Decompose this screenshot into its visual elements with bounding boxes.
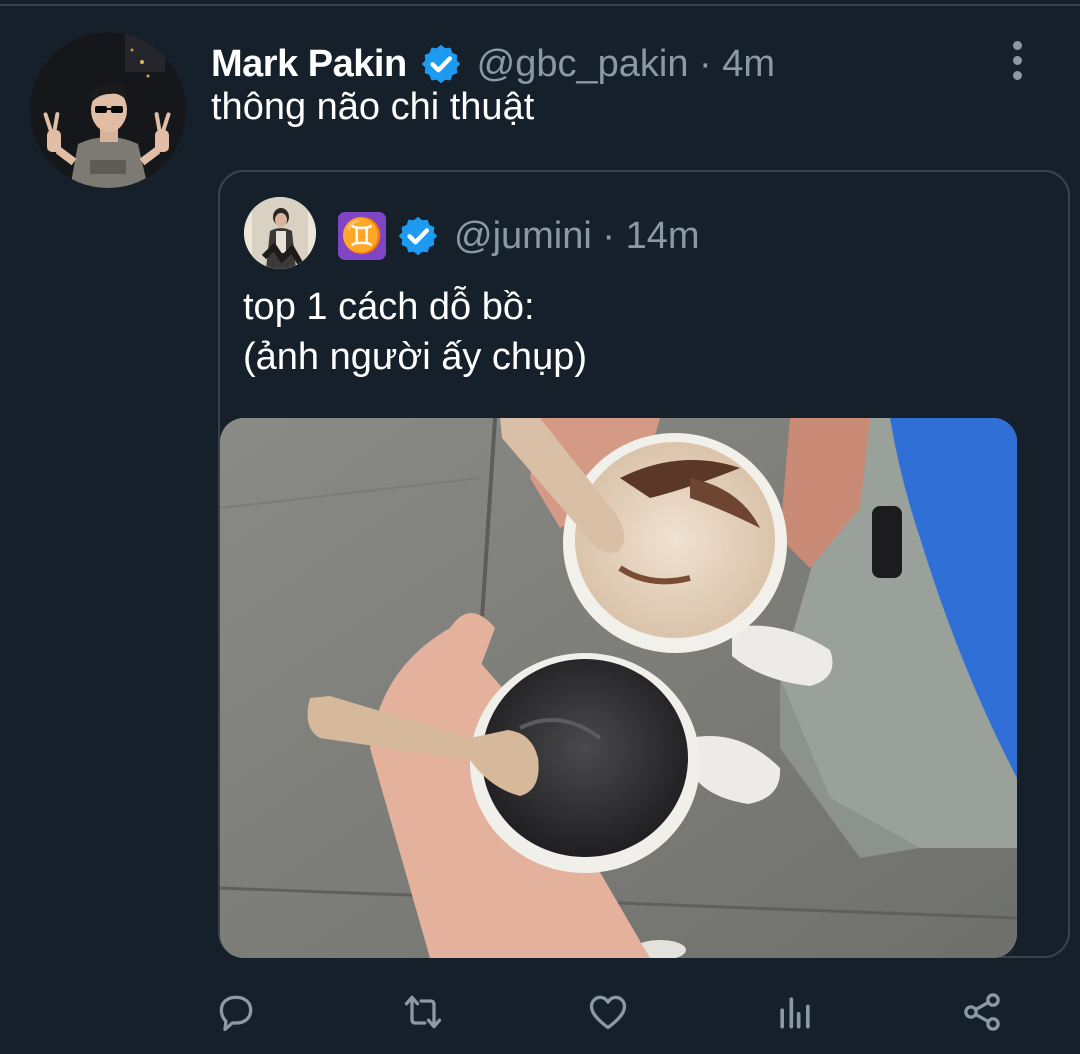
author-display-name[interactable]: Mark Pakin: [211, 43, 407, 86]
heart-icon: [589, 995, 627, 1030]
quoted-meta-separator: ·: [602, 214, 616, 257]
reply-button[interactable]: [211, 988, 261, 1036]
quoted-tweet-photo[interactable]: [220, 418, 1017, 958]
like-button[interactable]: [583, 988, 633, 1036]
gemini-zodiac-icon: ♊: [338, 212, 386, 260]
meta-separator: ·: [699, 42, 712, 85]
author-avatar[interactable]: [30, 32, 186, 188]
quoted-verified-badge-icon: [398, 216, 438, 256]
verified-badge-icon: [421, 44, 460, 84]
tweet-header: Mark Pakin @gbc_pakin · 4m: [211, 38, 775, 90]
share-button[interactable]: [957, 988, 1007, 1036]
reply-icon: [219, 995, 253, 1032]
retweet-icon: [404, 995, 442, 1029]
quoted-tweet-text-line-1: top 1 cách dỗ bồ:: [243, 286, 535, 328]
analytics-button[interactable]: [770, 988, 820, 1036]
quoted-tweet-text: top 1 cách dỗ bồ: (ảnh người ấy chụp): [243, 282, 587, 382]
quoted-handle[interactable]: @jumini: [454, 215, 592, 257]
author-avatar-image: [30, 32, 186, 188]
retweet-button[interactable]: [398, 988, 448, 1036]
quoted-timestamp[interactable]: 14m: [626, 215, 700, 257]
tweet-text: thông não chi thuật: [211, 86, 535, 128]
more-options-icon[interactable]: [1002, 38, 1032, 82]
author-handle[interactable]: @gbc_pakin: [477, 43, 689, 85]
top-divider: [0, 4, 1080, 6]
quoted-handle-and-time[interactable]: @jumini · 14m: [454, 215, 700, 258]
quoted-author-avatar[interactable]: [244, 197, 316, 269]
ice-cream-photo-image: [220, 418, 1017, 958]
tweet-timestamp[interactable]: 4m: [722, 43, 775, 85]
quoted-tweet-text-line-2: (ảnh người ấy chụp): [243, 336, 587, 378]
quoted-author-avatar-image: [244, 197, 316, 269]
share-icon: [964, 993, 1000, 1031]
tweet-action-bar: [0, 982, 1080, 1042]
quoted-tweet-header: ♊ @jumini · 14m: [338, 210, 700, 262]
analytics-icon: [780, 997, 810, 1029]
author-handle-and-time[interactable]: @gbc_pakin · 4m: [477, 43, 775, 86]
